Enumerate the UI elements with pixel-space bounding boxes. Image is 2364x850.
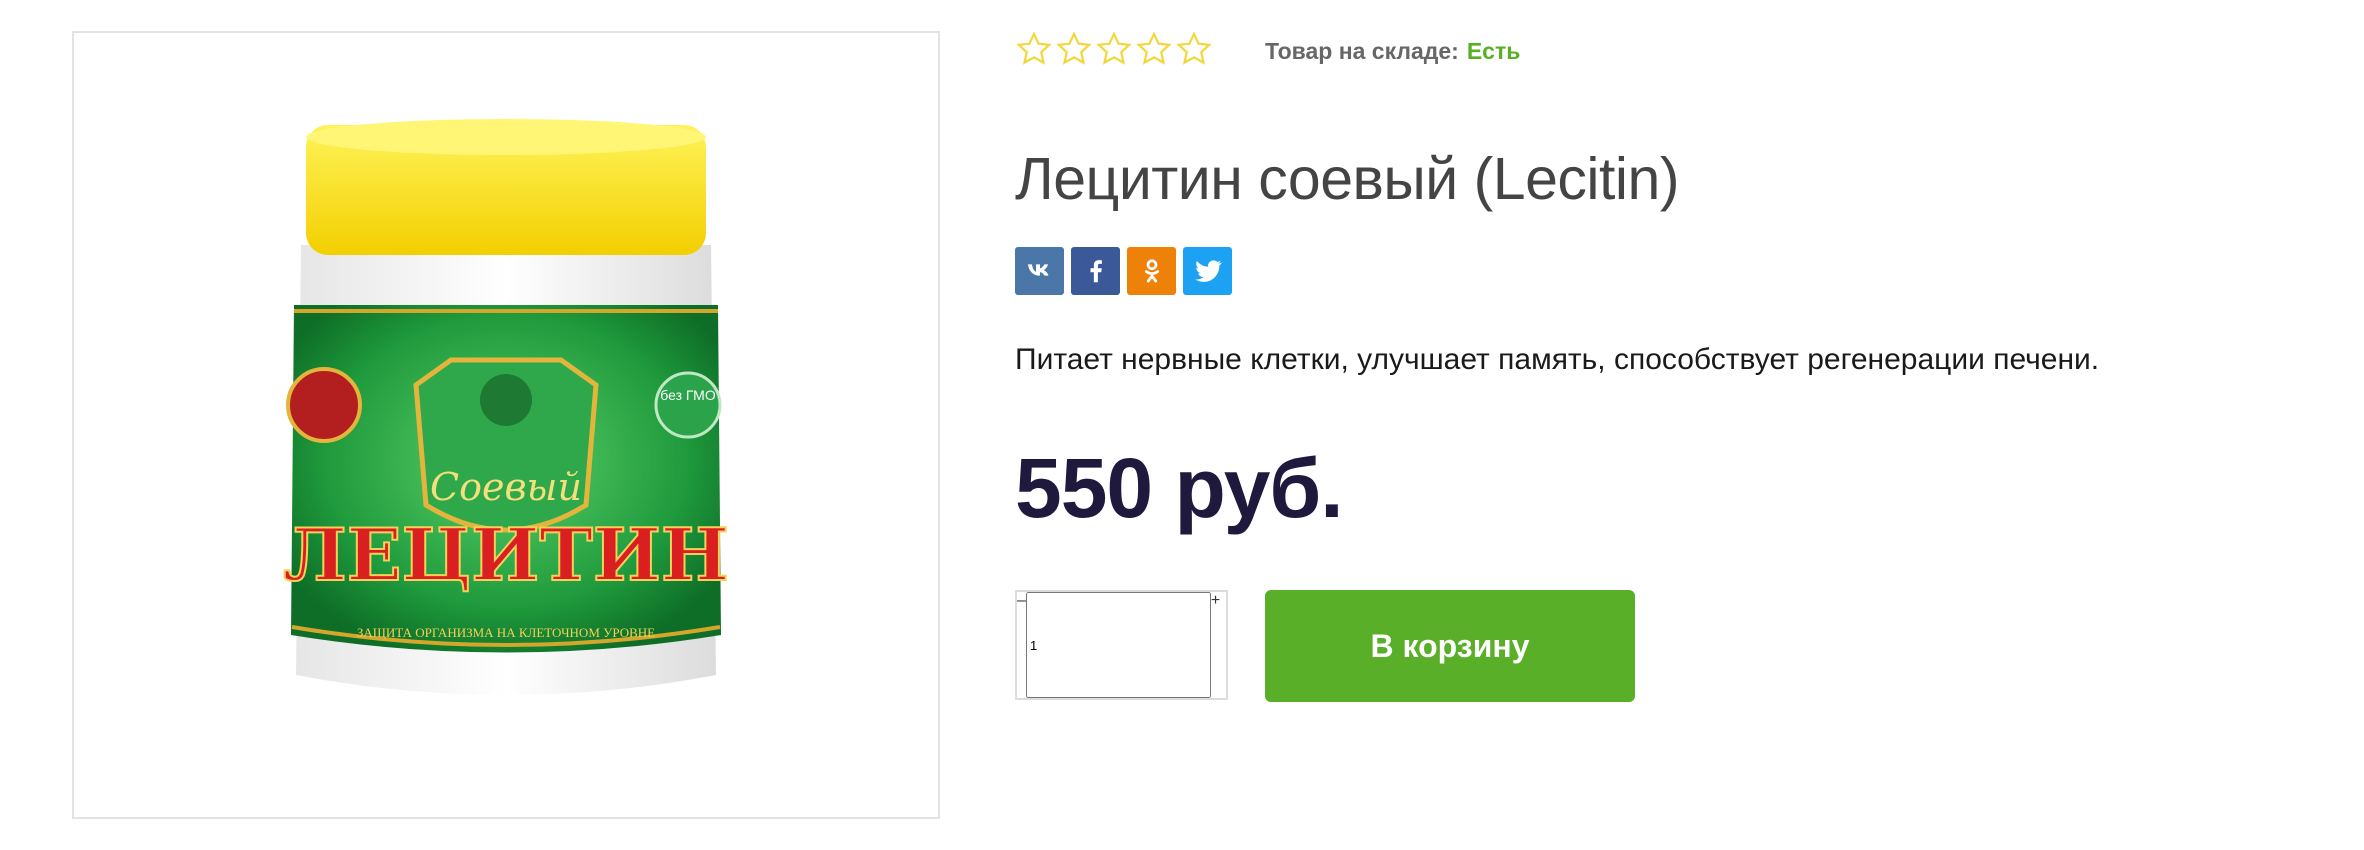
product-description: Питает нервные клетки, улучшает память, … bbox=[1015, 343, 2100, 376]
product-info: Товар на складе: Есть Лецитин соевый (Lec… bbox=[1015, 0, 2345, 850]
odnoklassniki-icon bbox=[1144, 259, 1159, 283]
product-image-frame[interactable]: без ГМО Соевый ЛЕЦИТИН ЗАЩИТА ОРГАНИЗМА … bbox=[72, 31, 940, 819]
jar-badge-text: без ГМО bbox=[660, 387, 716, 403]
stock-value: Есть bbox=[1466, 38, 1521, 64]
jar-subtitle-text: Соевый bbox=[430, 465, 582, 509]
quantity-input[interactable] bbox=[1025, 592, 1211, 698]
product-image: без ГМО Соевый ЛЕЦИТИН ЗАЩИТА ОРГАНИЗМА … bbox=[282, 119, 730, 695]
rating-stars[interactable] bbox=[1015, 30, 1213, 68]
decrease-quantity-button[interactable]: – bbox=[1017, 592, 1026, 698]
vk-share-button[interactable] bbox=[1015, 247, 1064, 295]
product-price: 550 руб. bbox=[1015, 441, 1344, 535]
star-icon[interactable] bbox=[1135, 30, 1173, 68]
star-icon[interactable] bbox=[1095, 30, 1133, 68]
twitter-share-button[interactable] bbox=[1183, 247, 1232, 295]
star-icon[interactable] bbox=[1015, 30, 1053, 68]
star-icon[interactable] bbox=[1055, 30, 1093, 68]
odnoklassniki-share-button[interactable] bbox=[1127, 247, 1176, 295]
increase-quantity-button[interactable]: + bbox=[1211, 592, 1220, 698]
quantity-stepper[interactable]: – + bbox=[1015, 590, 1228, 700]
product-title: Лецитин соевый (Lecitin) bbox=[1015, 146, 1679, 212]
star-icon[interactable] bbox=[1175, 30, 1213, 68]
jar-name-text: ЛЕЦИТИН bbox=[283, 512, 729, 597]
jar-tagline-text: ЗАЩИТА ОРГАНИЗМА НА КЛЕТОЧНОМ УРОВНЕ bbox=[357, 625, 655, 640]
facebook-share-button[interactable] bbox=[1071, 247, 1120, 295]
twitter-icon bbox=[1194, 260, 1222, 282]
add-to-cart-button[interactable]: В корзину bbox=[1265, 590, 1635, 702]
facebook-icon bbox=[1090, 260, 1102, 283]
share-buttons bbox=[1015, 247, 1232, 295]
stock-status: Товар на складе: Есть bbox=[1265, 38, 1520, 65]
vk-icon bbox=[1027, 264, 1049, 276]
stock-label: Товар на складе: bbox=[1265, 38, 1459, 64]
